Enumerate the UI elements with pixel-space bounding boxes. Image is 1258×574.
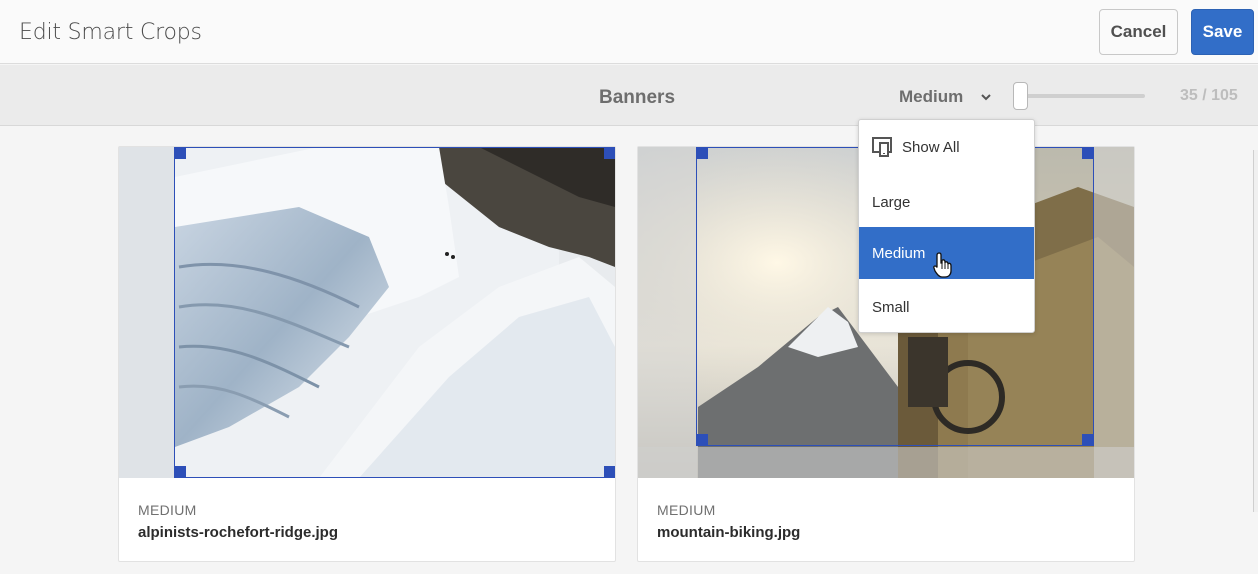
crop-handle-top-right[interactable] bbox=[1082, 147, 1094, 159]
page-title: Edit Smart Crops bbox=[19, 20, 202, 45]
crop-handle-bottom-left[interactable] bbox=[174, 466, 186, 478]
crop-handle-bottom-right[interactable] bbox=[604, 466, 615, 478]
crop-card[interactable]: MEDIUM alpinists-rochefort-ridge.jpg bbox=[118, 146, 616, 562]
dropdown-item-label: Large bbox=[872, 193, 911, 211]
crop-size-label: MEDIUM bbox=[657, 502, 716, 518]
dropdown-item-label: Small bbox=[872, 298, 910, 316]
slider-handle[interactable] bbox=[1013, 82, 1028, 110]
cancel-button[interactable]: Cancel bbox=[1099, 9, 1178, 55]
dropdown-item-label: Medium bbox=[872, 244, 926, 262]
crop-size-select[interactable]: Medium bbox=[899, 86, 992, 108]
save-button[interactable]: Save bbox=[1191, 9, 1254, 55]
zoom-slider[interactable] bbox=[1013, 82, 1145, 110]
crop-handle-top-left[interactable] bbox=[696, 147, 708, 159]
card-info: MEDIUM mountain-biking.jpg bbox=[657, 502, 800, 541]
show-all-devices-icon bbox=[872, 136, 894, 158]
dropdown-item-show-all[interactable]: Show All bbox=[859, 121, 1034, 173]
dropdown-item-small[interactable]: Small bbox=[859, 281, 1034, 333]
dropdown-item-medium[interactable]: Medium bbox=[859, 227, 1034, 279]
crop-grid: MEDIUM alpinists-rochefort-ridge.jpg MED… bbox=[0, 126, 1258, 574]
slider-track[interactable] bbox=[1021, 94, 1145, 98]
header-bar: Edit Smart Crops Cancel Save bbox=[0, 0, 1258, 64]
dropdown-item-label: Show All bbox=[902, 138, 960, 156]
card-info: MEDIUM alpinists-rochefort-ridge.jpg bbox=[138, 502, 338, 541]
chevron-down-icon bbox=[980, 91, 992, 103]
crop-handle-bottom-left[interactable] bbox=[696, 434, 708, 446]
file-name: mountain-biking.jpg bbox=[657, 524, 801, 541]
scrollbar[interactable] bbox=[1253, 150, 1258, 512]
file-name: alpinists-rochefort-ridge.jpg bbox=[138, 524, 339, 541]
image-counter: 35 / 105 bbox=[1180, 87, 1238, 104]
crop-size-label: MEDIUM bbox=[138, 502, 197, 518]
toolbar: Banners Medium 35 / 105 bbox=[0, 65, 1258, 126]
crop-size-selected-label: Medium bbox=[899, 87, 964, 106]
crop-box[interactable] bbox=[174, 147, 615, 478]
crop-handle-bottom-right[interactable] bbox=[1082, 434, 1094, 446]
crop-size-dropdown-menu: Show All Large Medium Small bbox=[858, 119, 1035, 333]
card-image-alpinists bbox=[119, 147, 615, 478]
crop-handle-top-left[interactable] bbox=[174, 147, 186, 159]
dropdown-item-large[interactable]: Large bbox=[859, 176, 1034, 228]
hand-pointer-cursor-icon bbox=[933, 252, 953, 282]
crop-handle-top-right[interactable] bbox=[604, 147, 615, 159]
